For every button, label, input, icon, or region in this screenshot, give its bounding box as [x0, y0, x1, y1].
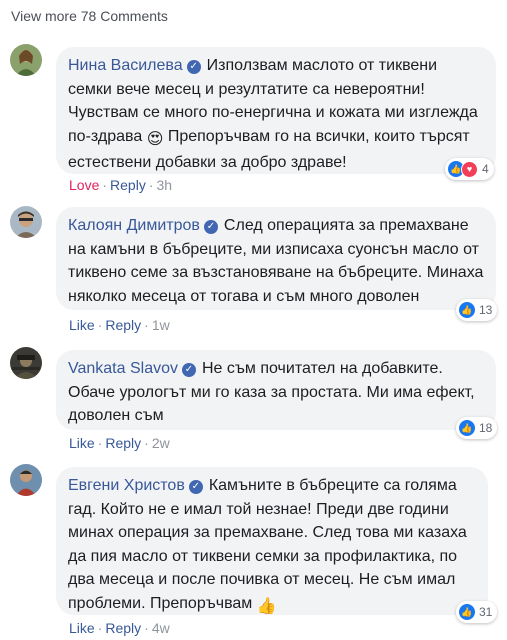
love-icon: ♥ [461, 160, 478, 178]
comment-author[interactable]: Калоян Димитров [68, 217, 200, 234]
like-icon: 👍 [459, 302, 475, 318]
reaction-count: 31 [479, 605, 493, 619]
reply-button[interactable]: Reply [105, 435, 141, 451]
comment-actions: Like · Reply · 4w [69, 620, 170, 636]
reaction-count: 4 [482, 162, 489, 176]
reply-button[interactable]: Reply [105, 317, 141, 333]
love-button[interactable]: Love [69, 177, 99, 193]
comment-bubble: Vankata Slavov ✓ Не съм почитател на добав… [56, 350, 496, 430]
reaction-count: 13 [479, 303, 493, 317]
verified-icon: ✓ [182, 363, 196, 377]
avatar[interactable] [10, 347, 42, 379]
reaction-count: 18 [479, 421, 493, 435]
avatar[interactable] [10, 464, 42, 496]
view-more-comments-link[interactable]: View more 78 Comments [11, 8, 168, 24]
separator-dot: · [97, 435, 103, 451]
like-button[interactable]: Like [69, 317, 95, 333]
separator-dot: · [97, 317, 103, 333]
reply-button[interactable]: Reply [110, 177, 146, 193]
avatar[interactable] [10, 206, 42, 238]
heart-eyes-emoji-icon: 😍 [146, 130, 164, 148]
separator-dot: · [102, 177, 108, 193]
reply-button[interactable]: Reply [105, 620, 141, 636]
separator-dot: · [144, 435, 149, 451]
comment-actions: Love · Reply · 3h [69, 177, 172, 193]
comment-author[interactable]: Нина Василева [68, 57, 183, 74]
like-button[interactable]: Like [69, 435, 95, 451]
reaction-summary[interactable]: 👍 ♥ 4 [445, 158, 494, 180]
comment-timestamp[interactable]: 3h [157, 177, 173, 193]
comment-actions: Like · Reply · 2w [69, 435, 170, 451]
comment-actions: Like · Reply · 1w [69, 317, 170, 333]
like-icon: 👍 [459, 604, 475, 620]
separator-dot: · [148, 177, 154, 193]
comment-timestamp[interactable]: 4w [152, 620, 170, 636]
like-icon: 👍 [459, 420, 475, 436]
comment-bubble: Евгени Христов ✓ Камъните в бъбреците са г… [56, 467, 488, 615]
comment-bubble: Нина Василева ✓ Използвам маслото от тикве… [56, 47, 496, 174]
reaction-summary[interactable]: 👍 18 [456, 417, 498, 439]
separator-dot: · [97, 620, 103, 636]
verified-icon: ✓ [186, 60, 201, 74]
comment-text: Камъните в бъбреците са голяма гад. Койт… [68, 477, 467, 612]
comment-author[interactable]: Vankata Slavov [68, 360, 178, 377]
comment-timestamp[interactable]: 1w [152, 317, 170, 333]
reaction-summary[interactable]: 👍 31 [456, 601, 498, 623]
comment-author[interactable]: Евгени Христов [68, 477, 185, 494]
avatar[interactable] [10, 44, 42, 76]
verified-icon: ✓ [203, 220, 218, 234]
separator-dot: · [144, 317, 149, 333]
thumbs-up-emoji-icon: 👍 [256, 597, 277, 615]
verified-icon: ✓ [188, 480, 203, 494]
like-button[interactable]: Like [69, 620, 95, 636]
separator-dot: · [144, 620, 149, 636]
comment-bubble: Калоян Димитров ✓ След операцията за према… [56, 207, 496, 310]
reaction-summary[interactable]: 👍 13 [456, 299, 498, 321]
comment-timestamp[interactable]: 2w [152, 435, 170, 451]
